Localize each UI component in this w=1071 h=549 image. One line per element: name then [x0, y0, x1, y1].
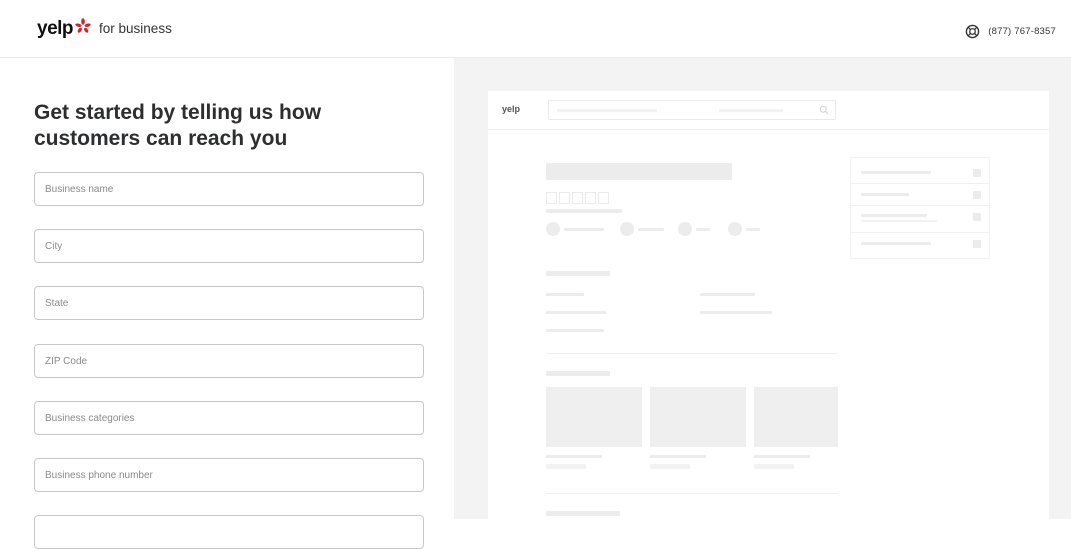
preview-sidebar-card — [850, 157, 990, 259]
preview-section-heading — [546, 271, 610, 276]
business-name-input[interactable] — [34, 172, 424, 206]
preview-photo-3 — [754, 387, 838, 447]
preview-search-icon — [819, 105, 829, 115]
preview-header: yelp — [488, 91, 1049, 130]
support-phone-link[interactable]: (877) 767-8357 — [965, 24, 1056, 39]
support-phone-number: (877) 767-8357 — [988, 26, 1056, 37]
yelp-for-business-logo[interactable]: yelp for business — [37, 17, 172, 39]
preview-logo: yelp — [502, 104, 521, 114]
for-business-label: for business — [99, 21, 172, 36]
zip-code-input[interactable] — [34, 344, 424, 378]
top-bar: yelp for business (877) 767-8357 — [0, 0, 1071, 58]
lifebuoy-icon — [965, 24, 980, 39]
business-page-preview: yelp — [488, 91, 1049, 519]
state-input[interactable] — [34, 286, 424, 320]
business-phone-input[interactable] — [34, 458, 424, 492]
yelp-burst-icon — [75, 17, 91, 33]
page-title: Get started by telling us how customers … — [34, 101, 322, 150]
preview-search-bar — [548, 100, 836, 120]
business-categories-input[interactable] — [34, 401, 424, 435]
preview-photo-1 — [546, 387, 642, 447]
signup-form-panel: Get started by telling us how customers … — [0, 58, 454, 549]
preview-title-placeholder — [546, 163, 732, 180]
next-form-input[interactable] — [34, 515, 424, 549]
logo-wordmark: yelp — [37, 18, 74, 39]
preview-photos-heading — [546, 371, 610, 376]
preview-photo-2 — [650, 387, 746, 447]
city-input[interactable] — [34, 229, 424, 263]
